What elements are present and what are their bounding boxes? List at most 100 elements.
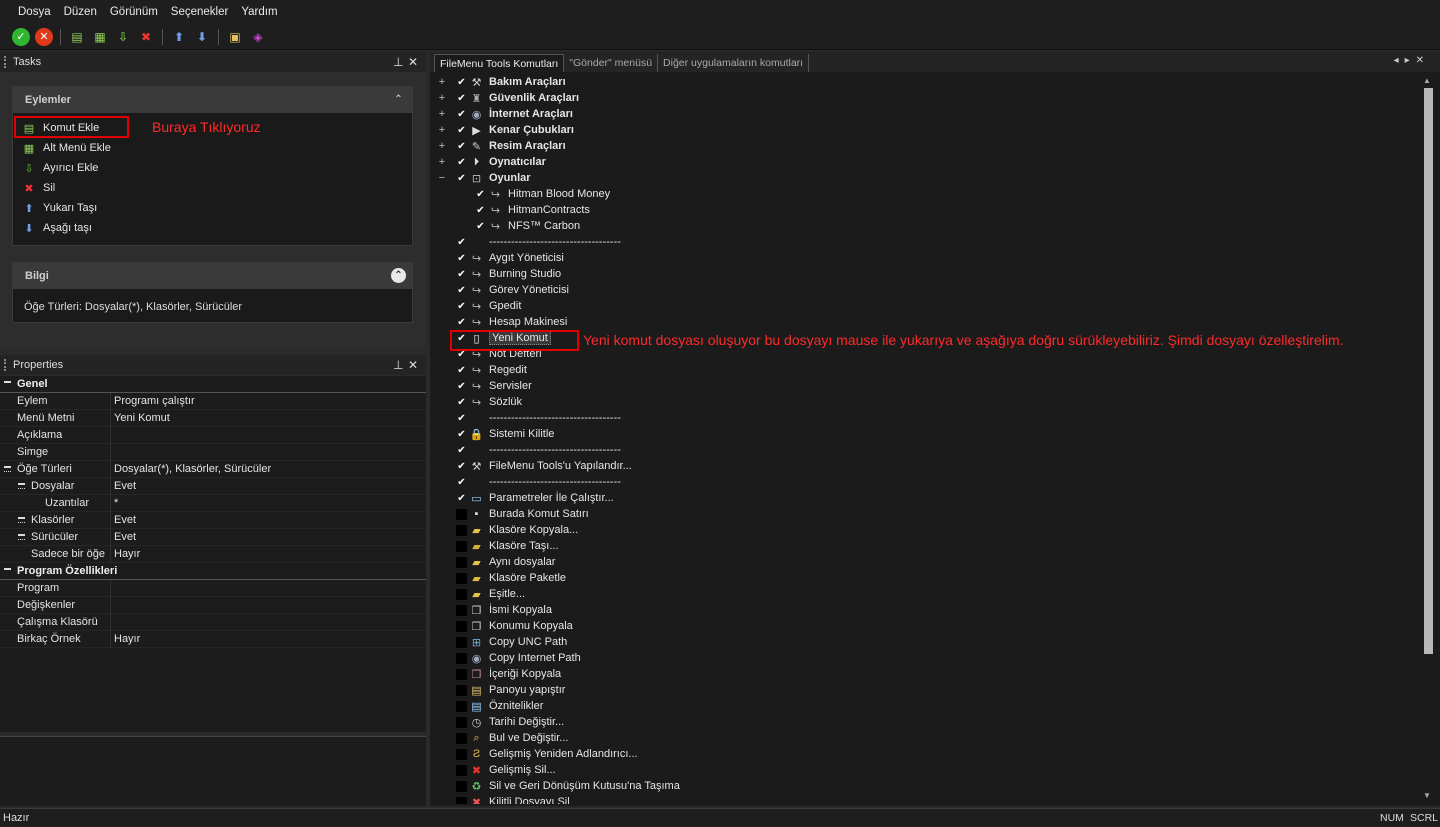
tree-item[interactable]: ✔ ↪ Servisler: [430, 378, 1415, 394]
tree-item[interactable]: ✔ ↪ HitmanContracts: [430, 202, 1415, 218]
checkbox[interactable]: [456, 684, 467, 696]
tree-item[interactable]: ✔ ↪ Aygıt Yöneticisi: [430, 250, 1415, 266]
tree-item[interactable]: ♻ Sil ve Geri Dönüşüm Kutusu'na Taşıma: [430, 778, 1415, 794]
tree-item[interactable]: ✔ ------------------------------------: [430, 474, 1415, 490]
checkbox[interactable]: [456, 764, 467, 776]
tree-item[interactable]: ✔ ↪ Görev Yöneticisi: [430, 282, 1415, 298]
actions-header[interactable]: Eylemler ⌃: [13, 87, 412, 113]
tree-item[interactable]: ✔ ------------------------------------: [430, 410, 1415, 426]
checkbox[interactable]: ✔: [456, 285, 467, 296]
tab-send-to[interactable]: "Gönder" menüsü: [564, 54, 659, 72]
checkbox[interactable]: ✔: [456, 477, 467, 488]
expand-icon[interactable]: +: [438, 108, 446, 120]
tree-item[interactable]: ▰ Klasöre Taşı...: [430, 538, 1415, 554]
checkbox[interactable]: [456, 748, 467, 760]
tab-filemenu-commands[interactable]: FileMenu Tools Komutları: [434, 54, 565, 72]
menu-file[interactable]: Dosya: [14, 6, 60, 18]
checkbox[interactable]: ✔: [456, 445, 467, 456]
action-move-up[interactable]: ⬆ Yukarı Taşı: [21, 199, 97, 217]
checkbox[interactable]: ✔: [456, 157, 467, 168]
add-separator-icon[interactable]: ⇩: [114, 28, 132, 46]
tree-item[interactable]: ✔ ↪ Gpedit: [430, 298, 1415, 314]
property-category[interactable]: Program Özellikleri: [0, 563, 426, 580]
property-row[interactable]: Menü Metni Yeni Komut: [0, 410, 426, 427]
checkbox[interactable]: ✔: [456, 141, 467, 152]
add-submenu-icon[interactable]: ▦: [91, 28, 109, 46]
checkbox[interactable]: [456, 652, 467, 664]
cancel-icon[interactable]: ✕: [35, 27, 53, 46]
tree-item[interactable]: ◷ Tarihi Değiştir...: [430, 714, 1415, 730]
property-value[interactable]: Evet: [114, 514, 136, 526]
checkbox[interactable]: [456, 604, 467, 616]
tree-item[interactable]: ✔ ↪ Hitman Blood Money: [430, 186, 1415, 202]
checkbox[interactable]: [456, 700, 467, 712]
close-icon[interactable]: ✕: [408, 55, 418, 69]
checkbox[interactable]: ✔: [456, 77, 467, 88]
property-value[interactable]: Dosyalar(*), Klasörler, Sürücüler: [114, 463, 271, 475]
collapse-icon[interactable]: −: [438, 172, 446, 184]
tab-scroll-controls[interactable]: ◂▸✕: [1394, 55, 1430, 66]
tree-item[interactable]: ✔ ------------------------------------: [430, 234, 1415, 250]
checkbox[interactable]: ✔: [456, 253, 467, 264]
tree-item[interactable]: ❐ Konumu Kopyala: [430, 618, 1415, 634]
checkbox[interactable]: [456, 540, 467, 552]
property-row[interactable]: Açıklama: [0, 427, 426, 444]
action-add-separator[interactable]: ⇩ Ayırıcı Ekle: [21, 159, 98, 177]
checkbox[interactable]: ✔: [456, 173, 467, 184]
delete-icon[interactable]: ✖: [137, 28, 155, 46]
tree-item[interactable]: ▤ Panoyu yapıştır: [430, 682, 1415, 698]
property-row[interactable]: Öğe Türleri Dosyalar(*), Klasörler, Sürüc…: [0, 461, 426, 478]
checkbox[interactable]: ✔: [456, 461, 467, 472]
checkbox[interactable]: [456, 572, 467, 584]
property-value[interactable]: *: [114, 497, 118, 509]
tree-item[interactable]: ⌕ Bul ve Değiştir...: [430, 730, 1415, 746]
collapse-icon[interactable]: ⌃: [391, 268, 406, 283]
property-row[interactable]: Birkaç Örnek Hayır: [0, 631, 426, 648]
property-value[interactable]: Yeni Komut: [114, 412, 170, 424]
tree-item[interactable]: + ✔ ▶ Kenar Çubukları: [430, 122, 1415, 138]
checkbox[interactable]: ✔: [456, 317, 467, 328]
collapse-icon[interactable]: [4, 568, 11, 575]
collapse-icon[interactable]: ⌃: [391, 92, 406, 107]
menu-edit[interactable]: Düzen: [60, 6, 106, 18]
scrollbar-thumb[interactable]: [1424, 88, 1433, 654]
expand-icon[interactable]: +: [438, 76, 446, 88]
tree-item[interactable]: ✔ ↪ Burning Studio: [430, 266, 1415, 282]
property-row[interactable]: Simge: [0, 444, 426, 461]
property-row[interactable]: Eylem Programı çalıştır: [0, 393, 426, 410]
tree-item[interactable]: ▰ Klasöre Kopyala...: [430, 522, 1415, 538]
property-row[interactable]: Sürücüler Evet: [0, 529, 426, 546]
property-value[interactable]: Hayır: [114, 633, 140, 645]
expand-icon[interactable]: [18, 534, 25, 540]
tree-item[interactable]: ✔ ↪ Hesap Makinesi: [430, 314, 1415, 330]
property-value[interactable]: Evet: [114, 480, 136, 492]
checkbox[interactable]: ✔: [456, 109, 467, 120]
action-add-submenu[interactable]: ▦ Alt Menü Ekle: [21, 139, 111, 157]
property-row[interactable]: Dosyalar Evet: [0, 478, 426, 495]
tree-item[interactable]: ❐ İsmi Kopyala: [430, 602, 1415, 618]
tree-item[interactable]: + ✔ ✎ Resim Araçları: [430, 138, 1415, 154]
close-icon[interactable]: ✕: [408, 358, 418, 372]
checkbox[interactable]: [456, 524, 467, 536]
tree-item[interactable]: ✔ ------------------------------------: [430, 442, 1415, 458]
property-row[interactable]: Değişkenler: [0, 597, 426, 614]
pin-icon[interactable]: ⊥: [393, 55, 403, 69]
scroll-up-icon[interactable]: ▲: [1423, 76, 1431, 85]
scroll-down-icon[interactable]: ▼: [1423, 791, 1431, 800]
expand-icon[interactable]: [18, 483, 25, 489]
property-row[interactable]: Program: [0, 580, 426, 597]
menu-help[interactable]: Yardım: [237, 6, 286, 18]
property-row[interactable]: Klasörler Evet: [0, 512, 426, 529]
expand-icon[interactable]: [4, 466, 11, 472]
checkbox[interactable]: ✔: [475, 205, 486, 216]
panel-grip[interactable]: [4, 56, 8, 68]
apply-icon[interactable]: ✓: [12, 27, 30, 46]
checkbox[interactable]: ✔: [475, 189, 486, 200]
checkbox[interactable]: ✔: [456, 397, 467, 408]
vertical-scrollbar[interactable]: ▲ ▼: [1422, 76, 1434, 800]
checkbox[interactable]: ✔: [456, 493, 467, 504]
tree-item[interactable]: + ✔ ⚒ Bakım Araçları: [430, 74, 1415, 90]
checkbox[interactable]: [456, 508, 467, 520]
property-row[interactable]: Sadece bir öğe Hayır: [0, 546, 426, 563]
checkbox[interactable]: ✔: [456, 125, 467, 136]
